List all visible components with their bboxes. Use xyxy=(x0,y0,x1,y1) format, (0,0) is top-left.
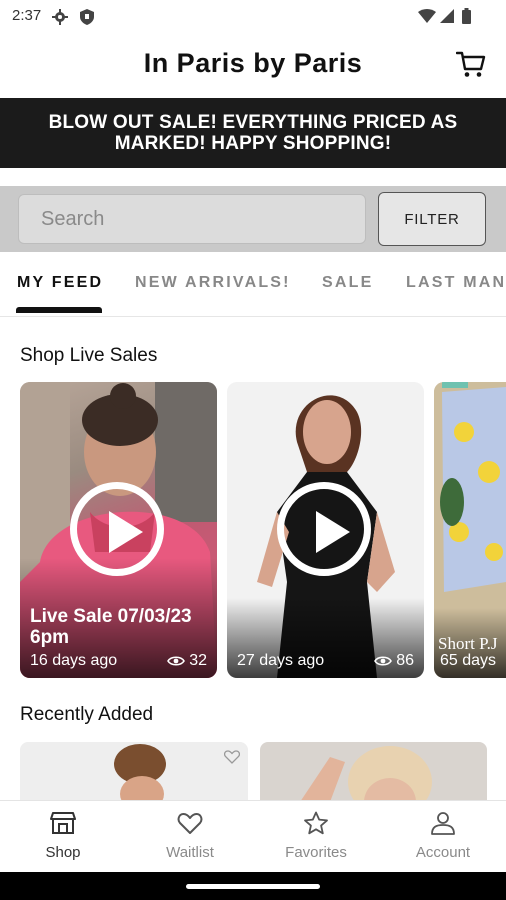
tab-my-feed[interactable]: MY FEED xyxy=(17,274,103,292)
star-icon xyxy=(304,811,328,835)
tab-sale[interactable]: SALE xyxy=(322,274,373,292)
favorite-heart-icon[interactable] xyxy=(224,750,240,764)
shield-icon xyxy=(80,9,94,25)
wifi-icon xyxy=(418,9,436,23)
battery-icon xyxy=(462,8,471,24)
view-count-value: 86 xyxy=(396,652,414,669)
view-count: 32 xyxy=(167,652,207,670)
nav-favorites-label: Favorites xyxy=(285,844,347,861)
status-bar: 2:37 xyxy=(0,0,506,32)
nav-waitlist[interactable]: Waitlist xyxy=(127,811,253,861)
app-header: In Paris by Paris xyxy=(0,32,506,98)
tab-new-arrivals[interactable]: NEW ARRIVALS! xyxy=(135,274,291,292)
shop-icon xyxy=(50,812,76,834)
nav-shop[interactable]: Shop xyxy=(0,811,126,861)
recently-added-heading: Recently Added xyxy=(20,704,154,725)
active-tab-indicator xyxy=(16,307,102,313)
category-tabs: MY FEED NEW ARRIVALS! SALE LAST MAN xyxy=(0,252,506,317)
live-sale-card[interactable]: Short P.J 65 days xyxy=(434,382,506,678)
product-thumbnail xyxy=(300,746,432,802)
nav-waitlist-label: Waitlist xyxy=(166,844,214,861)
home-gesture-handle[interactable] xyxy=(186,884,320,889)
live-sales-heading: Shop Live Sales xyxy=(20,345,158,366)
tab-last-man[interactable]: LAST MAN xyxy=(406,274,506,292)
status-time: 2:37 xyxy=(12,7,42,24)
settings-icon xyxy=(52,9,68,25)
system-navigation-bar xyxy=(0,872,506,900)
live-sale-card[interactable]: Live Sale 07/03/23 6pm 16 days ago 32 xyxy=(20,382,217,678)
store-title: In Paris by Paris xyxy=(143,48,363,78)
eye-icon xyxy=(374,656,393,666)
view-count: 86 xyxy=(374,652,414,670)
nav-account-label: Account xyxy=(415,844,471,861)
search-input[interactable] xyxy=(19,195,361,243)
live-sale-age: 16 days ago xyxy=(30,652,118,669)
product-card[interactable] xyxy=(260,742,487,802)
promo-banner: BLOW OUT SALE! EVERYTHING PRICED AS MARK… xyxy=(0,98,506,168)
account-icon xyxy=(431,812,455,835)
search-field[interactable] xyxy=(18,194,366,244)
live-sale-title: Live Sale 07/03/23 6pm xyxy=(30,606,192,648)
play-icon[interactable] xyxy=(70,482,164,576)
promo-banner-text: BLOW OUT SALE! EVERYTHING PRICED AS MARK… xyxy=(48,112,458,154)
view-count-value: 32 xyxy=(189,652,207,669)
product-thumbnail xyxy=(114,744,166,802)
filter-button[interactable]: FILTER xyxy=(378,192,486,246)
product-card[interactable] xyxy=(20,742,248,802)
nav-shop-label: Shop xyxy=(45,844,81,861)
live-sale-age: 65 days xyxy=(440,652,497,669)
live-sale-title: Short P.J xyxy=(438,634,498,653)
cart-icon[interactable] xyxy=(456,50,486,78)
live-sale-age: 27 days ago xyxy=(237,652,325,669)
play-icon[interactable] xyxy=(277,482,371,576)
nav-favorites[interactable]: Favorites xyxy=(253,811,379,861)
search-bar: FILTER xyxy=(0,186,506,252)
heart-icon xyxy=(177,813,203,834)
bottom-navigation: Shop Waitlist Favorites Account xyxy=(0,800,506,873)
live-sale-card[interactable]: 27 days ago 86 xyxy=(227,382,424,678)
eye-icon xyxy=(167,656,186,666)
signal-icon xyxy=(440,9,454,23)
nav-account[interactable]: Account xyxy=(380,811,506,861)
